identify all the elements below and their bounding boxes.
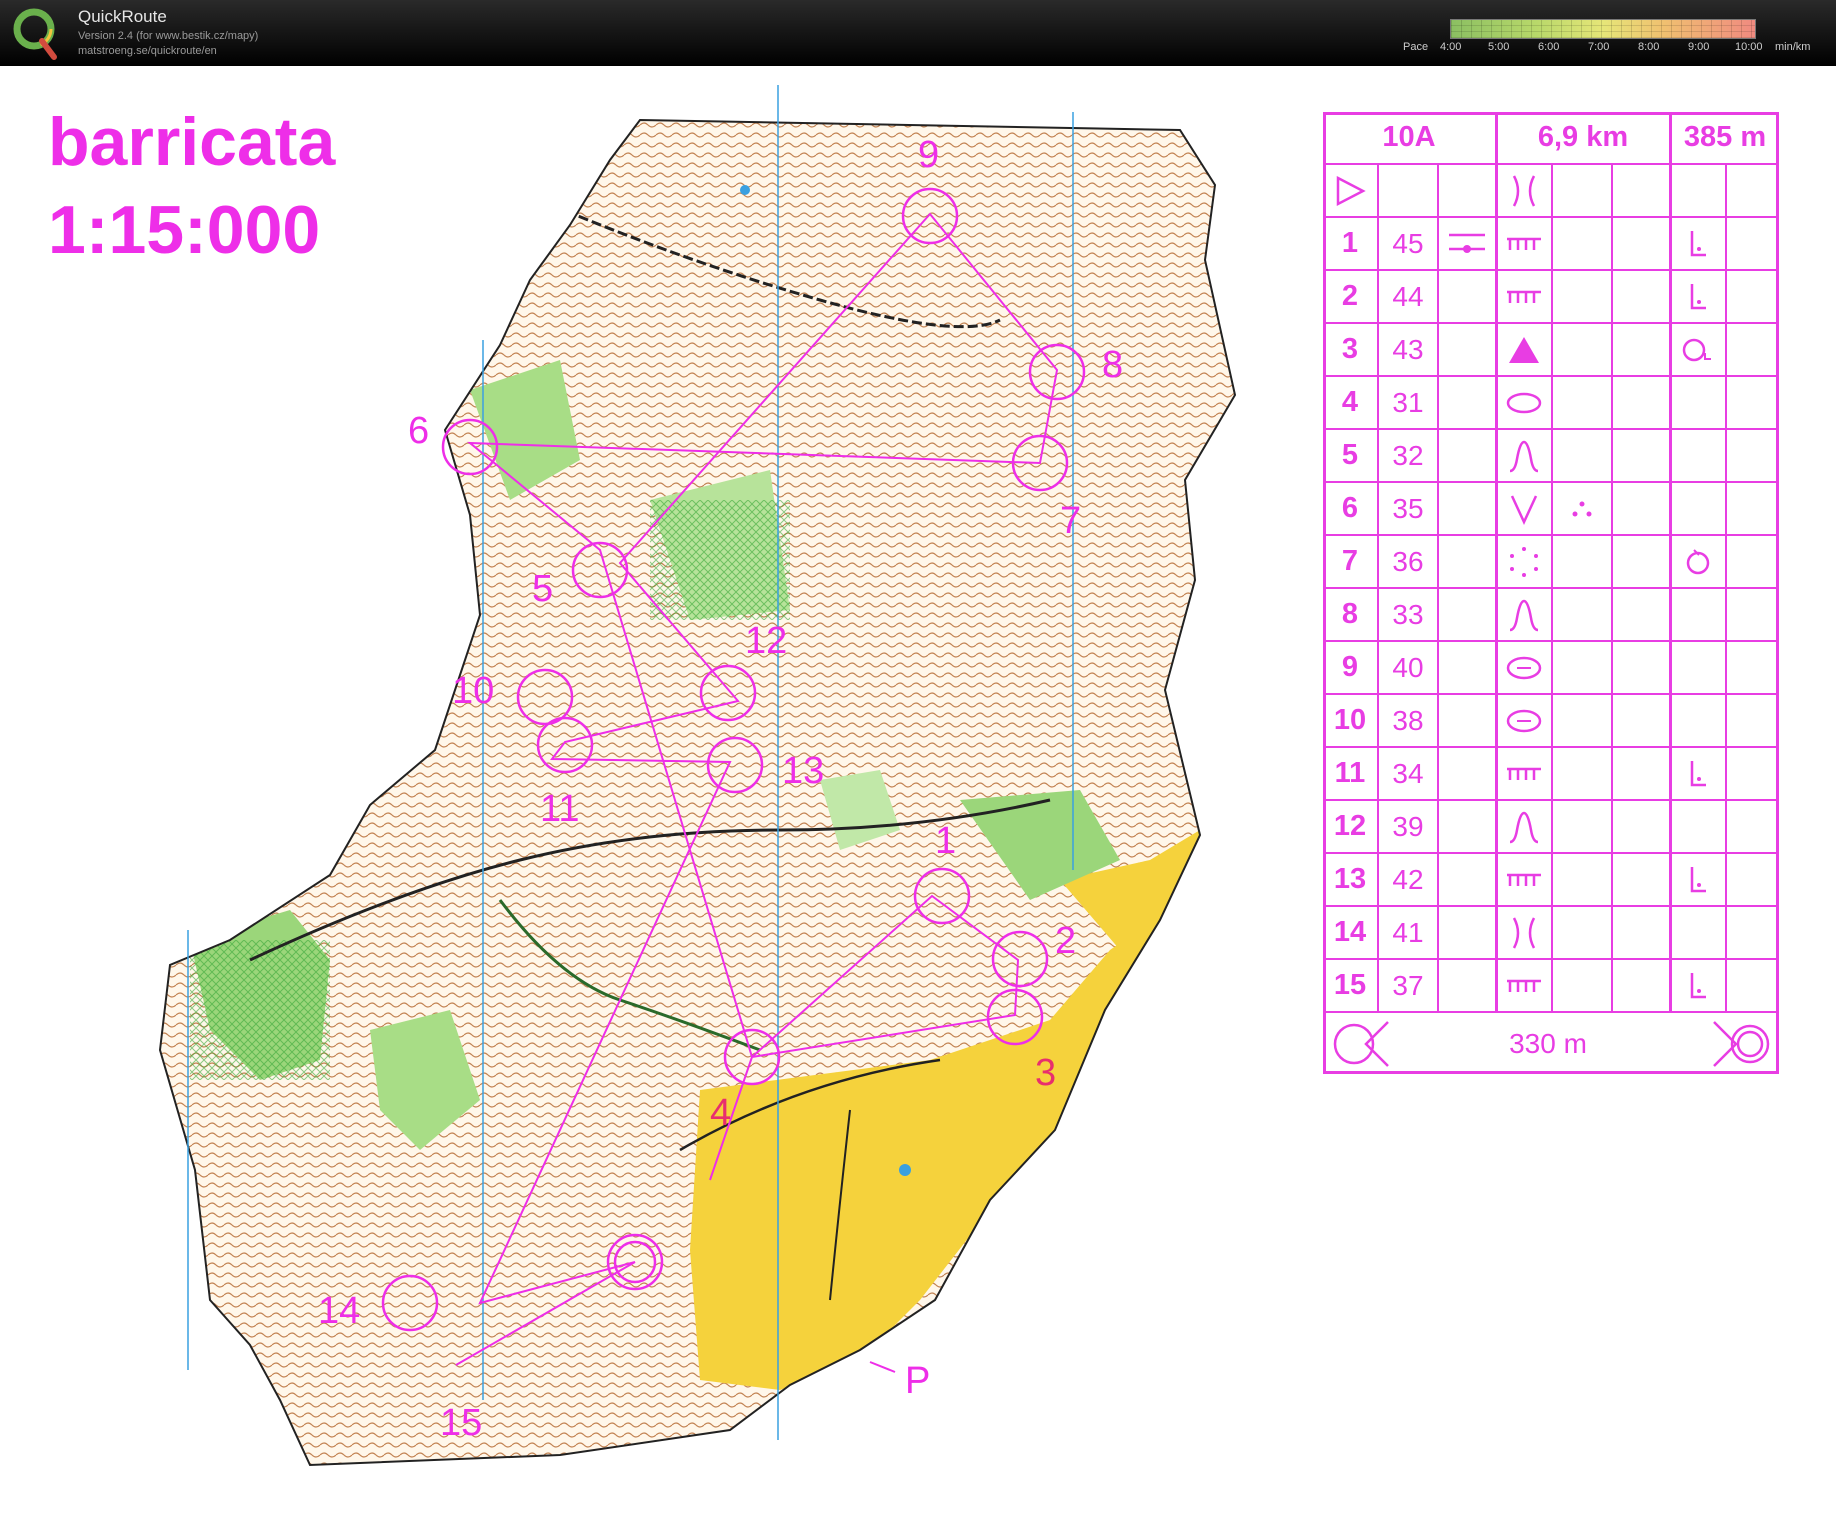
- title-bar: QuickRoute Version 2.4 (for www.bestik.c…: [0, 0, 1836, 66]
- pace-label: Pace: [1403, 41, 1429, 53]
- pace-tick: 4:00: [1440, 41, 1462, 53]
- pace-tick: 6:00: [1538, 41, 1560, 53]
- control-number: 8: [1102, 344, 1124, 386]
- map-title: barricata: [48, 104, 336, 180]
- control-number: 2: [1055, 920, 1077, 962]
- control-number: 15: [440, 1402, 483, 1444]
- control-number: 1: [935, 820, 957, 862]
- map-terrain: [160, 120, 1235, 1465]
- map-scale: 1:15:000: [48, 192, 321, 268]
- control-number: 7: [1060, 500, 1082, 542]
- pace-color-scale: [1450, 19, 1756, 39]
- quickroute-logo-icon: [13, 8, 57, 60]
- control-number: 5: [532, 568, 554, 610]
- control-number: 12: [745, 620, 788, 662]
- control-number: 3: [1035, 1052, 1057, 1094]
- parking-arrow-icon: [869, 1361, 896, 1373]
- control-number: 10: [452, 670, 495, 712]
- pace-tick: 9:00: [1688, 41, 1710, 53]
- control-description-sheet: 10A 6,9 km 385 m 1 45 2 44 3 43 4 31 5 32 6 35 7 36 8 3…: [1323, 112, 1779, 1074]
- control-number: 14: [318, 1290, 361, 1332]
- control-number: 9: [918, 134, 940, 176]
- pace-unit: min/km: [1775, 41, 1811, 53]
- control-number: 4: [710, 1092, 732, 1134]
- parking-label: P: [905, 1360, 931, 1402]
- pace-tick: 8:00: [1638, 41, 1660, 53]
- control-number: 13: [782, 750, 825, 792]
- pace-tick: 10:00: [1735, 41, 1763, 53]
- control-number: 11: [540, 788, 580, 830]
- app-name: QuickRoute: [78, 7, 167, 26]
- app-version: Version 2.4 (for www.bestik.cz/mapy): [78, 30, 259, 42]
- pace-tick: 5:00: [1488, 41, 1510, 53]
- app-url: matstroeng.se/quickroute/en: [78, 45, 217, 57]
- control-number: 6: [408, 410, 430, 452]
- pace-tick: 7:00: [1588, 41, 1610, 53]
